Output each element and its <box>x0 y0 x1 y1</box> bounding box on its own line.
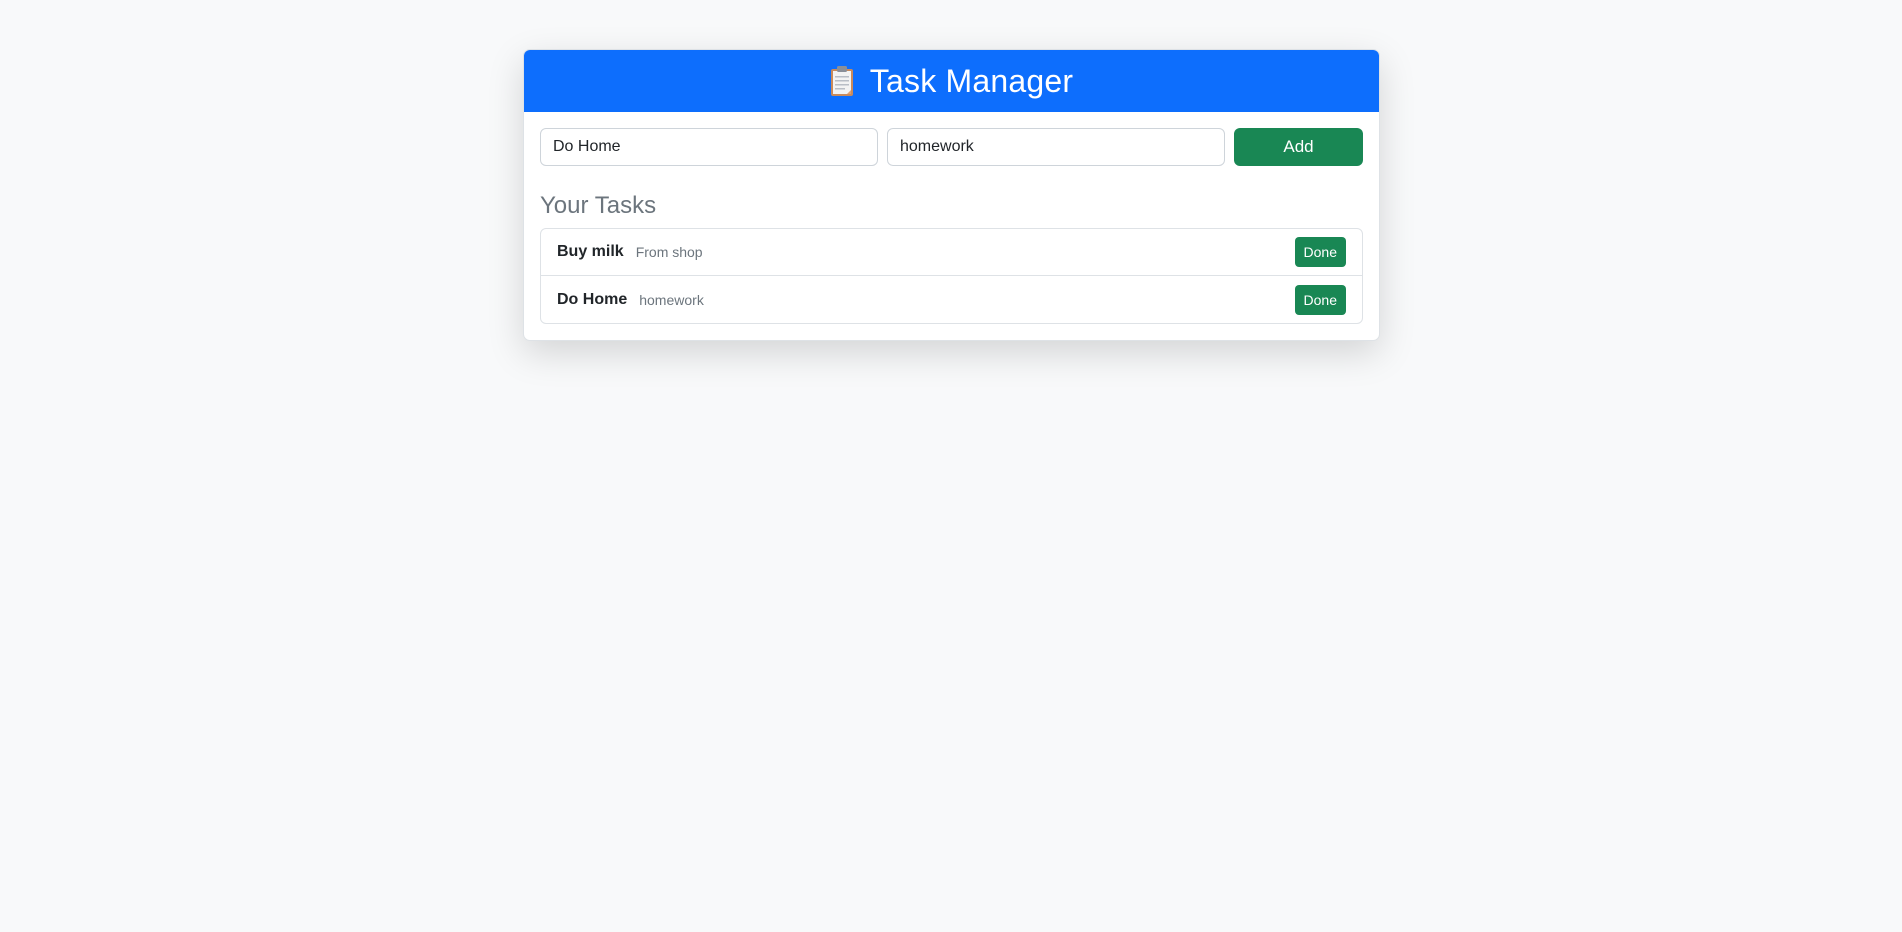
card-body: Add Your Tasks Buy milk From shop Done D… <box>524 112 1379 340</box>
task-title: Buy milk <box>557 243 624 260</box>
task-title: Do Home <box>557 290 628 308</box>
header-bar: Task Manager <box>524 50 1379 112</box>
tasks-heading: Your Tasks <box>540 192 657 219</box>
page-title: Task Manager <box>869 62 1074 99</box>
task-manager-card: Task Manager Add Your Tasks Buy milk Fro… <box>523 49 1380 341</box>
done-button[interactable]: Done <box>1294 284 1346 315</box>
add-task-button[interactable]: Add <box>1234 128 1363 166</box>
task-list: Buy milk From shop Done Do Home homework… <box>540 228 1363 324</box>
add-task-form: Add <box>540 128 1363 166</box>
done-button[interactable]: Done <box>1294 237 1346 267</box>
clipboard-icon <box>830 65 854 97</box>
task-title-input[interactable] <box>540 128 878 166</box>
task-description: homework <box>639 291 704 308</box>
task-description: From shop <box>635 244 703 260</box>
list-item: Buy milk From shop Done <box>541 229 1362 276</box>
list-item: Do Home homework Done <box>541 276 1362 323</box>
task-description-input[interactable] <box>887 128 1225 166</box>
